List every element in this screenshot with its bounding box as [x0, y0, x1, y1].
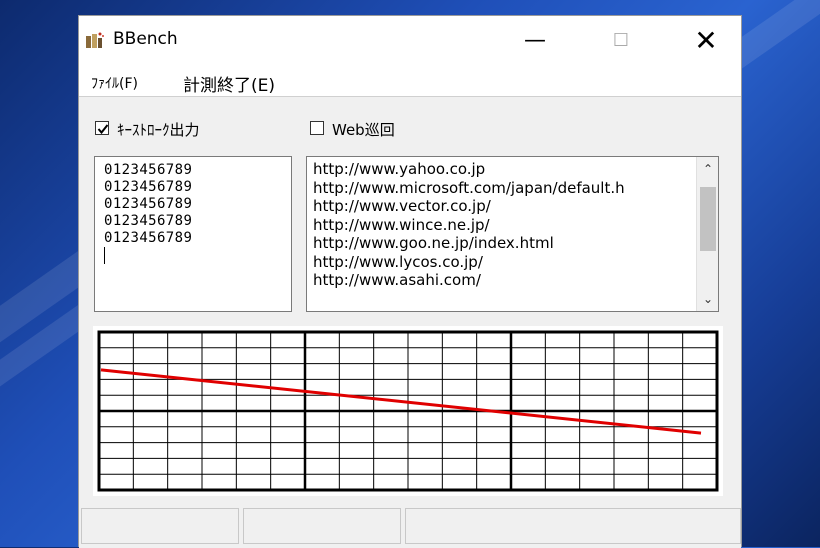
- status-bar: [79, 506, 741, 548]
- checkbox-checked-icon: [95, 121, 109, 135]
- url-list-item[interactable]: http://www.vector.co.jp/: [307, 197, 690, 216]
- text-caret: [104, 247, 105, 264]
- keystroke-output-label: ｷｰｽﾄﾛｰｸ出力: [117, 121, 200, 139]
- menu-bar: ﾌｧｲﾙ(F) 計測終了(E): [79, 64, 741, 97]
- close-button[interactable]: ✕: [683, 24, 729, 58]
- bbench-app-icon: [86, 32, 104, 48]
- bbench-window: BBench — ☐ ✕ ﾌｧｲﾙ(F) 計測終了(E) ｷｰｽﾄﾛｰｸ出力 W…: [78, 15, 742, 548]
- url-list-item[interactable]: http://www.asahi.com/: [307, 271, 690, 290]
- battery-graph: [93, 326, 723, 496]
- window-title: BBench: [113, 29, 178, 49]
- checkbox-unchecked-icon: [310, 121, 324, 135]
- url-listbox[interactable]: http://www.yahoo.co.jp http://www.micros…: [306, 156, 719, 312]
- menu-file[interactable]: ﾌｧｲﾙ(F): [91, 73, 138, 93]
- web-patrol-label: Web巡回: [332, 121, 395, 139]
- url-list-item[interactable]: http://www.microsoft.com/japan/default.h: [307, 179, 690, 198]
- keystroke-line: 0123456789: [104, 230, 193, 246]
- maximize-button[interactable]: ☐: [598, 24, 644, 58]
- minimize-button[interactable]: —: [512, 24, 558, 58]
- keystroke-line: 0123456789: [104, 179, 193, 195]
- status-pane: [243, 508, 401, 544]
- title-bar[interactable]: BBench — ☐ ✕: [79, 16, 741, 64]
- scroll-down-arrow-icon[interactable]: ⌄: [697, 289, 718, 309]
- menu-stop-measurement[interactable]: 計測終了(E): [183, 71, 275, 96]
- keystroke-line: 0123456789: [104, 213, 193, 229]
- keystroke-output-textarea[interactable]: 0123456789 0123456789 0123456789 0123456…: [94, 156, 292, 312]
- keystroke-line: 0123456789: [104, 196, 193, 212]
- vertical-scrollbar[interactable]: ⌃ ⌄: [696, 157, 718, 311]
- scroll-thumb[interactable]: [700, 187, 716, 251]
- battery-graph-canvas: [97, 330, 719, 492]
- scroll-up-arrow-icon[interactable]: ⌃: [697, 159, 718, 179]
- status-pane: [405, 508, 741, 544]
- status-pane: [81, 508, 239, 544]
- url-list-item[interactable]: http://www.lycos.co.jp/: [307, 253, 690, 272]
- url-list-item[interactable]: http://www.goo.ne.jp/index.html: [307, 234, 690, 253]
- url-list-item[interactable]: http://www.yahoo.co.jp: [307, 160, 690, 179]
- keystroke-line: 0123456789: [104, 162, 193, 178]
- url-list-item[interactable]: http://www.wince.ne.jp/: [307, 216, 690, 235]
